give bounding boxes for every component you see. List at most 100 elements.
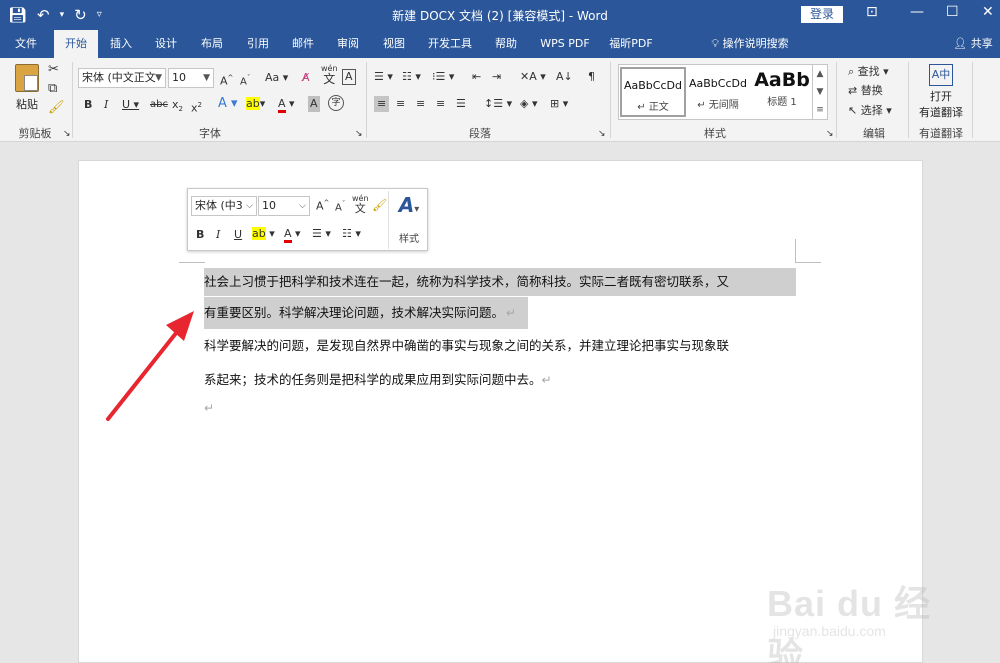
- clipboard-launcher-icon[interactable]: ↘: [63, 126, 71, 142]
- paragraph-mark: ↵: [506, 297, 529, 329]
- select-button[interactable]: ↖ 选择 ▾: [848, 103, 892, 119]
- paragraph-2-line-2[interactable]: 系起来；技术的任务则是把科学的成果应用到实际问题中去。↵: [204, 370, 552, 390]
- style-heading-1[interactable]: AaBb 标题 1: [749, 67, 815, 117]
- italic-icon[interactable]: I: [216, 228, 220, 241]
- underline-icon[interactable]: U: [234, 228, 242, 241]
- show-marks-icon[interactable]: ¶: [588, 69, 595, 85]
- tab-references[interactable]: 引用: [238, 30, 278, 58]
- highlight-color-icon[interactable]: ab▾: [246, 96, 265, 112]
- copy-icon[interactable]: ⧉: [48, 81, 57, 97]
- format-painter-icon[interactable]: 🖌︎: [372, 198, 387, 212]
- tab-design[interactable]: 设计: [146, 30, 186, 58]
- font-launcher-icon[interactable]: ↘: [355, 126, 363, 142]
- style-no-spacing[interactable]: AaBbCcDd ↵ 无间隔: [685, 67, 751, 117]
- tab-help[interactable]: 帮助: [486, 30, 526, 58]
- mini-styles-button[interactable]: A▾ 样式: [392, 193, 426, 245]
- empty-paragraph-mark[interactable]: ↵: [204, 398, 214, 418]
- share-label: 共享: [970, 37, 993, 50]
- decrease-indent-icon[interactable]: ⇤: [472, 69, 481, 85]
- shrink-font-icon[interactable]: Aˇ: [240, 70, 250, 90]
- underline-icon[interactable]: U ▾: [122, 97, 139, 113]
- italic-icon[interactable]: I: [104, 97, 108, 113]
- tab-wps-pdf[interactable]: WPS PDF: [534, 30, 596, 58]
- borders-icon[interactable]: ⊞ ▾: [550, 96, 568, 112]
- login-button[interactable]: 登录: [801, 6, 843, 23]
- tab-foxit-pdf[interactable]: 福昕PDF: [602, 30, 660, 58]
- ribbon-display-icon[interactable]: ⊡: [866, 4, 878, 20]
- font-name-combo[interactable]: 宋体 (中文正文 ▼: [78, 68, 166, 88]
- margin-mark: [795, 262, 821, 263]
- format-painter-icon[interactable]: 🖌︎: [48, 100, 65, 116]
- tab-view[interactable]: 视图: [374, 30, 414, 58]
- paragraph-1-line-2[interactable]: 有重要区别。科学解决理论问题，技术解决实际问题。 ↵: [204, 297, 529, 329]
- maximize-icon[interactable]: ☐: [946, 4, 959, 20]
- tab-layout[interactable]: 布局: [192, 30, 232, 58]
- grow-font-icon[interactable]: A^: [316, 199, 329, 213]
- line-spacing-icon[interactable]: ↕☰ ▾: [484, 96, 512, 112]
- increase-indent-icon[interactable]: ⇥: [492, 69, 501, 85]
- shrink-font-icon[interactable]: Aˇ: [335, 200, 345, 213]
- youdao-open-sub: 有道翻译: [919, 106, 963, 119]
- mini-font-size-combo[interactable]: 10 ⌵: [258, 196, 310, 216]
- numbering-icon[interactable]: ☷ ▾: [402, 69, 421, 85]
- mini-font-name-combo[interactable]: 宋体 (中3 ⌵: [191, 196, 257, 216]
- close-icon[interactable]: ✕: [982, 4, 994, 20]
- chevron-up-icon[interactable]: ▲: [813, 65, 827, 83]
- bold-icon[interactable]: B: [84, 97, 92, 113]
- youdao-open-button[interactable]: A中 打开 有道翻译: [914, 64, 968, 120]
- bold-icon[interactable]: B: [196, 228, 204, 241]
- tab-insert[interactable]: 插入: [101, 30, 141, 58]
- chevron-down-icon[interactable]: ▼: [813, 83, 827, 101]
- tab-mailings[interactable]: 邮件: [283, 30, 323, 58]
- character-border-icon[interactable]: A: [342, 69, 356, 85]
- tab-home[interactable]: 开始: [54, 30, 98, 58]
- multilevel-list-icon[interactable]: ⁝☰ ▾: [432, 69, 454, 85]
- distributed-icon[interactable]: ☰: [456, 96, 466, 112]
- character-shading-icon[interactable]: A: [308, 96, 320, 112]
- shading-icon[interactable]: ◈ ▾: [520, 96, 537, 112]
- more-icon[interactable]: ≡: [813, 101, 827, 119]
- bullets-icon[interactable]: ☰ ▾: [374, 69, 393, 85]
- numbering-icon[interactable]: ☷ ▾: [342, 227, 361, 240]
- font-size-value: 10: [262, 199, 276, 212]
- paste-button[interactable]: 粘贴: [10, 64, 44, 116]
- clear-formatting-icon[interactable]: A̸: [302, 70, 310, 86]
- chinese-layout-icon[interactable]: ✕A ▾: [520, 69, 546, 85]
- share-button[interactable]: 👤︎ 共享: [950, 30, 996, 58]
- tab-review[interactable]: 审阅: [328, 30, 368, 58]
- minimize-icon[interactable]: —: [910, 4, 924, 20]
- phonetic-guide-icon[interactable]: wén 文: [352, 194, 369, 215]
- phonetic-guide-icon[interactable]: wén 文: [321, 64, 338, 86]
- font-color-icon[interactable]: A ▾: [284, 227, 301, 243]
- align-right-icon[interactable]: ≡: [416, 96, 425, 112]
- styles-scroll[interactable]: ▲ ▼ ≡: [812, 64, 828, 120]
- paragraph-launcher-icon[interactable]: ↘: [598, 126, 606, 142]
- selected-text[interactable]: 有重要区别。科学解决理论问题，技术解决实际问题。: [204, 297, 507, 329]
- change-case-button[interactable]: Aa ▾: [265, 70, 288, 86]
- align-center-icon[interactable]: ≡: [396, 96, 405, 112]
- styles-launcher-icon[interactable]: ↘: [826, 126, 834, 142]
- highlight-color-icon[interactable]: ab ▾: [252, 227, 275, 240]
- replace-button[interactable]: ⇄ 替换: [848, 83, 883, 99]
- grow-font-icon[interactable]: A^: [220, 70, 233, 90]
- cut-icon[interactable]: ✂: [48, 62, 59, 78]
- align-left-icon[interactable]: ≡: [374, 96, 390, 112]
- separator: [836, 62, 837, 138]
- find-button[interactable]: ⌕ 查找 ▾: [848, 64, 889, 80]
- tab-file[interactable]: 文件: [6, 30, 46, 58]
- text-effects-icon[interactable]: A ▾: [218, 96, 238, 112]
- font-size-combo[interactable]: 10 ▼: [168, 68, 214, 88]
- justify-icon[interactable]: ≡: [436, 96, 445, 112]
- tab-developer[interactable]: 开发工具: [420, 30, 480, 58]
- font-color-icon[interactable]: A ▾: [278, 96, 295, 113]
- subscript-icon[interactable]: x2: [172, 97, 183, 117]
- superscript-icon[interactable]: x2: [191, 97, 202, 117]
- tell-me-search[interactable]: 💡︎ 操作说明搜索: [700, 30, 800, 58]
- paragraph-1-line-1[interactable]: 社会上习惯于把科学和技术连在一起，统称为科学技术，简称科技。实际二者既有密切联系…: [204, 268, 796, 296]
- paragraph-2-line-1[interactable]: 科学要解决的问题，是发现自然界中确凿的事实与现象之间的关系，并建立理论把事实与现…: [204, 336, 729, 356]
- style-normal[interactable]: AaBbCcDd ↵ 正文: [620, 67, 686, 117]
- strikethrough-icon[interactable]: abc: [150, 97, 168, 113]
- bullets-icon[interactable]: ☰ ▾: [312, 227, 331, 240]
- sort-icon[interactable]: A↓: [556, 69, 573, 85]
- enclose-characters-icon[interactable]: 字: [328, 95, 344, 111]
